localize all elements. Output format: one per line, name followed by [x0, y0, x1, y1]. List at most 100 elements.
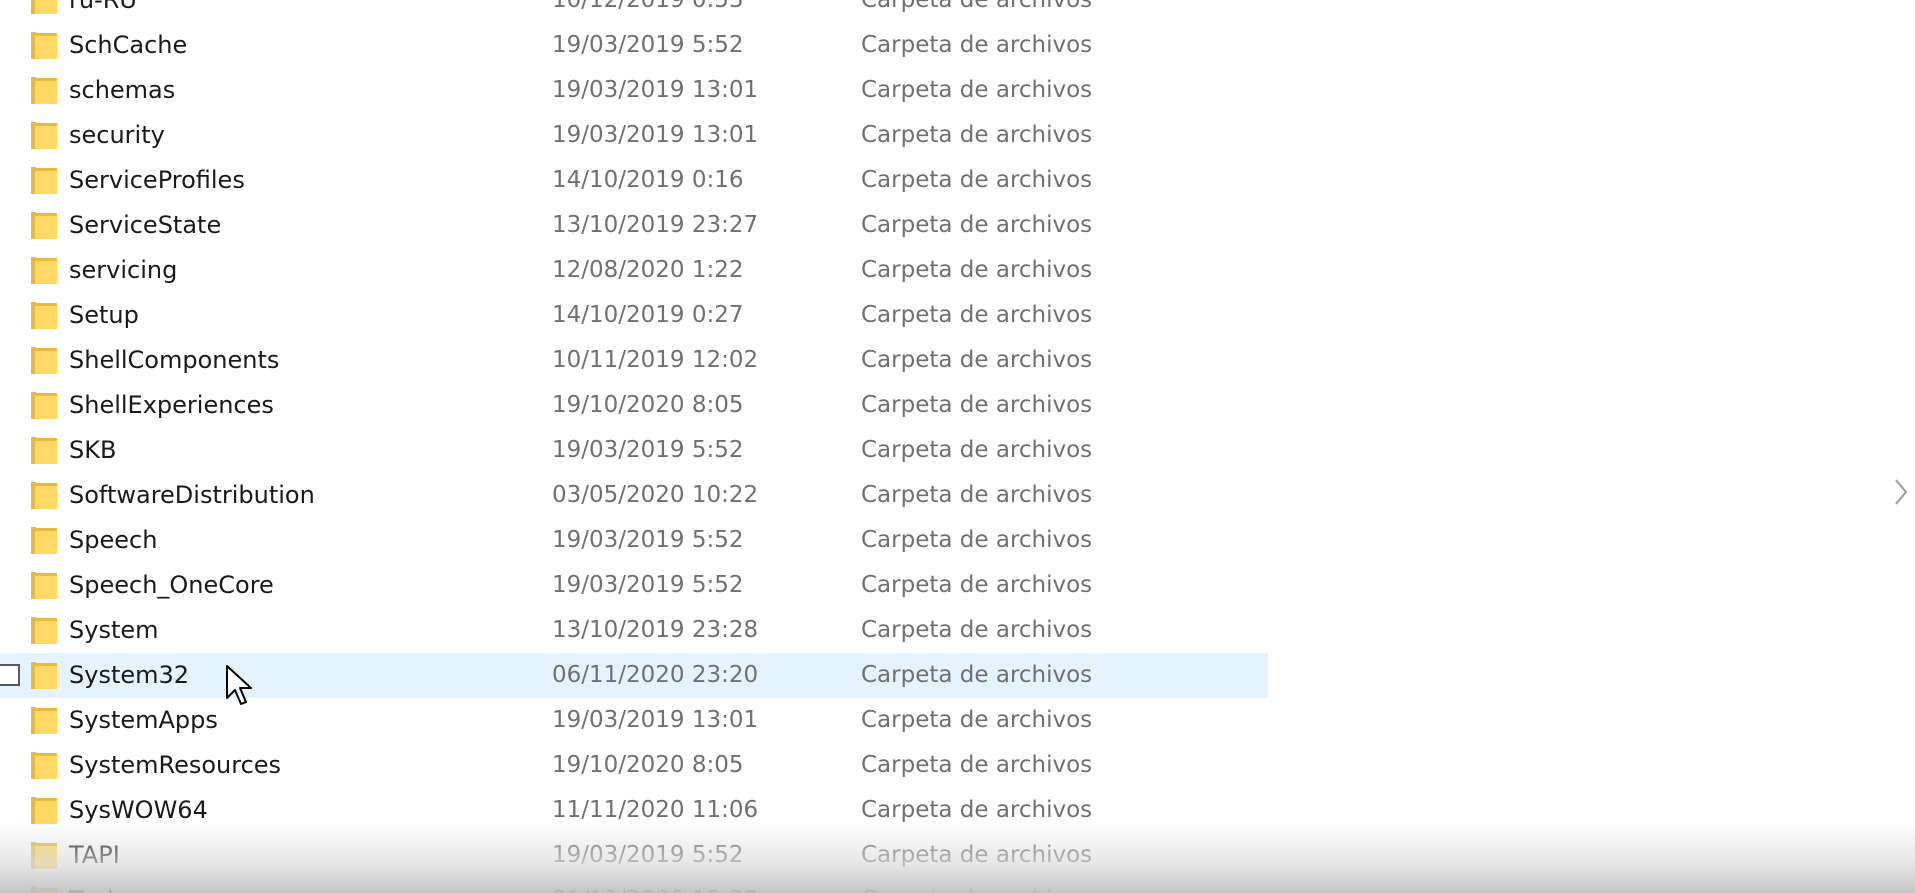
list-item[interactable]: schemas 19/03/2019 13:01 Carpeta de archiv…: [0, 68, 1268, 113]
folder-icon: [31, 842, 57, 869]
file-type: Carpeta de archivos: [861, 392, 1093, 418]
date-modified: 19/03/2019 5:52: [552, 842, 744, 868]
file-name: ServiceProfiles: [69, 166, 245, 194]
date-modified: 10/11/2019 12:02: [552, 347, 759, 373]
file-type: Carpeta de archivos: [861, 167, 1093, 193]
folder-icon: [31, 302, 57, 329]
date-modified: 19/03/2019 13:01: [552, 122, 759, 148]
file-type: Carpeta de archivos: [861, 842, 1093, 868]
file-name: SKB: [69, 436, 117, 464]
list-item[interactable]: TAPI 19/03/2019 5:52 Carpeta de archivos: [0, 833, 1268, 878]
date-modified: 31/10/2020 15:37: [552, 878, 758, 893]
date-modified: 19/03/2019 5:52: [552, 572, 744, 598]
date-modified: 13/10/2019 23:27: [552, 212, 759, 238]
list-item[interactable]: SysWOW64 11/11/2020 11:06 Carpeta de archi…: [0, 788, 1268, 833]
date-modified: 19/03/2019 5:52: [552, 32, 744, 58]
list-item[interactable]: Tasks 31/10/2020 15:37 Carpeta de archivos: [0, 878, 1268, 893]
folder-icon: [31, 0, 57, 14]
folder-icon: [31, 482, 57, 509]
list-item[interactable]: Setup 14/10/2019 0:27 Carpeta de archivos: [0, 293, 1268, 338]
date-modified: 19/03/2019 13:01: [552, 77, 759, 103]
file-type: Carpeta de archivos: [861, 482, 1093, 508]
list-item[interactable]: ru-RU 10/12/2019 0:53 Carpeta de archivos: [0, 0, 1268, 23]
file-type: Carpeta de archivos: [861, 662, 1093, 688]
date-modified: 19/10/2020 8:05: [552, 752, 744, 778]
list-item[interactable]: ShellComponents 10/11/2019 12:02 Carpeta d…: [0, 338, 1268, 383]
list-item[interactable]: System 13/10/2019 23:28 Carpeta de archivo…: [0, 608, 1268, 653]
folder-icon: [31, 212, 57, 239]
folder-icon: [31, 392, 57, 419]
chevron-right-icon[interactable]: [1892, 476, 1912, 508]
date-modified: 19/03/2019 13:01: [552, 707, 759, 733]
file-name: ShellExperiences: [69, 391, 274, 419]
folder-icon: [31, 662, 57, 689]
date-modified: 13/10/2019 23:28: [552, 617, 759, 643]
folder-icon: [31, 167, 57, 194]
file-type: Carpeta de archivos: [861, 752, 1093, 778]
file-type: Carpeta de archivos: [861, 257, 1093, 283]
list-item[interactable]: System32 06/11/2020 23:20 Carpeta de archi…: [0, 653, 1268, 698]
file-name: security: [69, 121, 165, 149]
file-name: Tasks: [69, 878, 133, 893]
file-name: SchCache: [69, 31, 188, 59]
file-type: Carpeta de archivos: [861, 572, 1093, 598]
folder-icon: [31, 752, 57, 779]
file-type: Carpeta de archivos: [861, 878, 1092, 893]
date-modified: 12/08/2020 1:22: [552, 257, 744, 283]
file-type: Carpeta de archivos: [861, 797, 1093, 823]
file-name: SystemResources: [69, 751, 282, 779]
file-type: Carpeta de archivos: [861, 302, 1093, 328]
date-modified: 14/10/2019 0:16: [552, 167, 744, 193]
list-item[interactable]: servicing 12/08/2020 1:22 Carpeta de archi…: [0, 248, 1268, 293]
folder-icon: [31, 437, 57, 464]
folder-icon: [31, 797, 57, 824]
folder-icon: [31, 257, 57, 284]
folder-icon: [31, 32, 57, 59]
file-name: SystemApps: [69, 706, 218, 734]
list-item[interactable]: ShellExperiences 19/10/2020 8:05 Carpeta d…: [0, 383, 1268, 428]
file-name: servicing: [69, 256, 178, 284]
date-modified: 19/03/2019 5:52: [552, 437, 744, 463]
file-name: SoftwareDistribution: [69, 481, 315, 509]
list-item[interactable]: Speech_OneCore 19/03/2019 5:52 Carpeta de …: [0, 563, 1268, 608]
folder-icon: [31, 887, 57, 893]
date-modified: 19/03/2019 5:52: [552, 527, 744, 553]
file-name: System: [69, 616, 159, 644]
file-name: ru-RU: [69, 0, 137, 14]
date-modified: 14/10/2019 0:27: [552, 302, 744, 328]
file-type: Carpeta de archivos: [861, 347, 1093, 373]
list-item[interactable]: SKB 19/03/2019 5:52 Carpeta de archivos: [0, 428, 1268, 473]
file-name: ServiceState: [69, 211, 222, 239]
file-explorer-view: ru-RU 10/12/2019 0:53 Carpeta de archivos S…: [0, 0, 1915, 893]
folder-icon: [31, 77, 57, 104]
file-name: Speech: [69, 526, 158, 554]
file-name: SysWOW64: [69, 796, 208, 824]
date-modified: 03/05/2020 10:22: [552, 482, 759, 508]
file-type: Carpeta de archivos: [861, 77, 1093, 103]
file-type: Carpeta de archivos: [861, 32, 1093, 58]
date-modified: 11/11/2020 11:06: [552, 797, 759, 823]
list-item[interactable]: Speech 19/03/2019 5:52 Carpeta de archivos: [0, 518, 1268, 563]
list-item[interactable]: ServiceProfiles 14/10/2019 0:16 Carpeta de…: [0, 158, 1268, 203]
list-item[interactable]: ServiceState 13/10/2019 23:27 Carpeta de a…: [0, 203, 1268, 248]
folder-icon: [31, 572, 57, 599]
date-modified: 06/11/2020 23:20: [552, 662, 759, 688]
list-item[interactable]: SystemApps 19/03/2019 13:01 Carpeta de arc…: [0, 698, 1268, 743]
file-name: Speech_OneCore: [69, 571, 274, 599]
file-name: Setup: [69, 301, 139, 329]
date-modified: 10/12/2019 0:53: [552, 0, 744, 13]
list-item[interactable]: SchCache 19/03/2019 5:52 Carpeta de archiv…: [0, 23, 1268, 68]
list-item[interactable]: SoftwareDistribution 03/05/2020 10:22 Carp…: [0, 473, 1268, 518]
row-checkbox[interactable]: [0, 664, 20, 686]
file-type: Carpeta de archivos: [861, 212, 1093, 238]
file-type: Carpeta de archivos: [861, 0, 1093, 13]
file-name: schemas: [69, 76, 176, 104]
file-name: TAPI: [69, 841, 120, 869]
folder-icon: [31, 707, 57, 734]
file-type: Carpeta de archivos: [861, 707, 1093, 733]
list-item[interactable]: SystemResources 19/10/2020 8:05 Carpeta de…: [0, 743, 1268, 788]
list-item[interactable]: security 19/03/2019 13:01 Carpeta de archi…: [0, 113, 1268, 158]
folder-icon: [31, 527, 57, 554]
file-type: Carpeta de archivos: [861, 437, 1093, 463]
date-modified: 19/10/2020 8:05: [552, 392, 744, 418]
